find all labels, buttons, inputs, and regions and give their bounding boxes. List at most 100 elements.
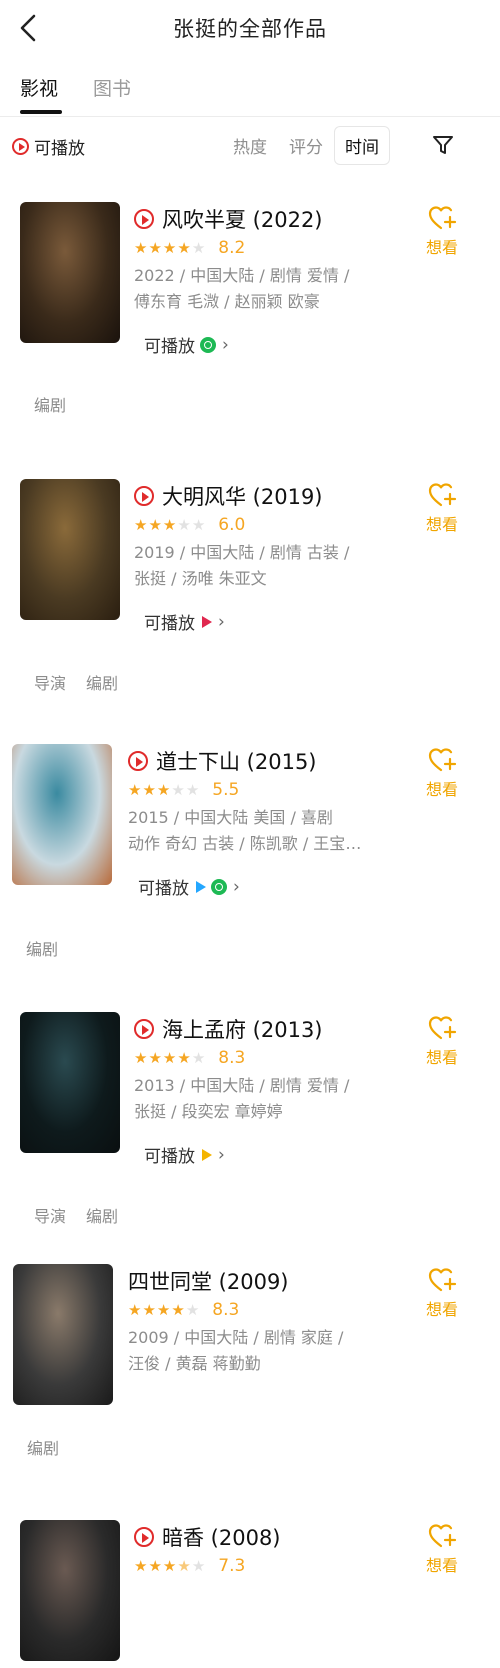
star-icon: ★ [171, 780, 186, 799]
want-to-watch-button[interactable]: 想看 [422, 481, 462, 535]
playable-filter-toggle[interactable]: 可播放 [12, 133, 85, 159]
want-to-watch-label: 想看 [425, 238, 458, 257]
chevron-right-icon: › [218, 1144, 225, 1165]
star-icon: ★ [177, 515, 192, 534]
chevron-right-icon: › [218, 611, 225, 632]
playable-sources-link[interactable]: 可播放 › [144, 332, 229, 358]
star-icon: ★ [134, 1048, 149, 1067]
movie-cast-line: 汪俊 / 黄磊 蒋勤勤 [128, 1354, 261, 1373]
sort-hot[interactable]: 热度 [233, 133, 267, 158]
rating-score: 8.3 [218, 1048, 246, 1068]
want-to-watch-label: 想看 [425, 1300, 458, 1319]
sort-rating[interactable]: 评分 [289, 133, 323, 158]
movie-title-text: 海上孟府 (2013) [162, 1018, 323, 1042]
movie-cast-line: 傅东育 毛溦 / 赵丽颖 欧豪 [134, 292, 320, 311]
want-to-watch-label: 想看 [425, 780, 458, 799]
active-tab-indicator [20, 110, 62, 114]
star-icon: ★ [177, 1048, 192, 1067]
playable-sources-link[interactable]: 可播放 › [138, 874, 240, 900]
rating-row: ★★★★★ 5.5 [128, 780, 239, 800]
tab-film-tv[interactable]: 影视 [20, 74, 58, 101]
heart-plus-icon [428, 748, 457, 772]
poster-image[interactable] [20, 202, 120, 343]
tencent-source-icon [196, 880, 206, 893]
playable-label: 可播放 [144, 1147, 195, 1167]
poster-image[interactable] [20, 479, 120, 620]
star-rating: ★★★★★ [134, 1048, 207, 1067]
poster-image[interactable] [13, 1264, 113, 1405]
list-item: 大明风华 (2019) ★★★★★ 6.0 2019 / 中国大陆 / 剧情 古装 /… [0, 477, 500, 634]
playable-sources-link[interactable]: 可播放 › [144, 1142, 225, 1168]
role-tags: 编剧 [27, 1435, 59, 1459]
chevron-right-icon: › [233, 876, 240, 897]
want-to-watch-label: 想看 [425, 1048, 458, 1067]
star-icon: ★ [148, 238, 163, 257]
movie-title[interactable]: 大明风华 (2019) [134, 481, 323, 511]
role-tag: 编剧 [86, 1207, 119, 1226]
star-icon: ★ [148, 515, 163, 534]
list-item: 道士下山 (2015) ★★★★★ 5.5 2015 / 中国大陆 美国 / 喜剧 动作… [0, 742, 500, 899]
want-to-watch-button[interactable]: 想看 [422, 1522, 462, 1576]
poster-image[interactable] [12, 744, 112, 885]
filter-bar: 可播放 热度 评分 时间 [0, 124, 500, 170]
header-bar: 张挺的全部作品 [0, 0, 500, 56]
star-icon: ★ [171, 1300, 186, 1319]
poster-image[interactable] [20, 1520, 120, 1661]
star-icon: ★ [191, 1048, 207, 1067]
movie-meta-line: 2015 / 中国大陆 美国 / 喜剧 [128, 808, 333, 827]
star-icon: ★ [162, 1556, 178, 1575]
poster-image[interactable] [20, 1012, 120, 1153]
filter-funnel-icon[interactable] [430, 132, 456, 158]
tab-books[interactable]: 图书 [93, 74, 131, 101]
play-circle-icon [134, 486, 154, 506]
role-tag: 导演 [34, 674, 67, 693]
star-icon: ★ [134, 1556, 149, 1575]
iqiyi-source-icon [211, 878, 227, 895]
star-icon: ★ [142, 1300, 157, 1319]
star-icon: ★ [134, 515, 149, 534]
movie-title[interactable]: 风吹半夏 (2022) [134, 204, 323, 234]
playable-label: 可播放 [144, 337, 195, 357]
movie-title-text: 风吹半夏 (2022) [162, 208, 323, 232]
movie-title[interactable]: 道士下山 (2015) [128, 746, 317, 776]
rating-score: 8.2 [218, 238, 246, 258]
star-icon: ★ [162, 515, 178, 534]
star-icon: ★ [134, 238, 149, 257]
list-item: 暗香 (2008) ★★★★★ 7.3 想看 [0, 1518, 500, 1668]
star-rating: ★★★★★ [134, 515, 206, 534]
rating-row: ★★★★★ 6.0 [134, 515, 245, 535]
want-to-watch-button[interactable]: 想看 [422, 204, 462, 258]
play-circle-icon [128, 751, 148, 771]
rating-score: 6.0 [218, 515, 246, 535]
rating-score: 7.3 [218, 1556, 246, 1576]
star-icon: ★ [156, 780, 172, 799]
movie-title[interactable]: 暗香 (2008) [134, 1522, 281, 1552]
heart-plus-icon [428, 206, 457, 230]
heart-plus-icon [428, 483, 457, 507]
rating-row: ★★★★★ 8.3 [134, 1048, 245, 1068]
star-icon: ★ [142, 780, 157, 799]
want-to-watch-button[interactable]: 想看 [422, 1014, 462, 1068]
want-to-watch-button[interactable]: 想看 [422, 746, 462, 800]
movie-title-text: 大明风华 (2019) [162, 485, 323, 509]
playable-sources-link[interactable]: 可播放 › [144, 609, 225, 635]
movie-title[interactable]: 海上孟府 (2013) [134, 1014, 323, 1044]
play-circle-icon [134, 1019, 154, 1039]
role-tag: 编剧 [27, 1439, 60, 1458]
heart-plus-icon [428, 1524, 457, 1548]
heart-plus-icon [428, 1016, 457, 1040]
want-to-watch-button[interactable]: 想看 [422, 1266, 462, 1320]
movie-title-text: 四世同堂 (2009) [128, 1270, 289, 1294]
youku-source-icon [202, 1148, 212, 1161]
movie-title[interactable]: 四世同堂 (2009) [128, 1266, 289, 1296]
star-rating: ★★★★★ [128, 780, 200, 799]
want-to-watch-label: 想看 [425, 515, 458, 534]
role-tags: 编剧 [34, 392, 66, 416]
rating-row: ★★★★★ 7.3 [134, 1556, 245, 1576]
sort-time[interactable]: 时间 [334, 126, 390, 165]
star-icon: ★ [177, 238, 192, 257]
star-rating: ★★★★★ [134, 238, 206, 257]
category-tabs: 影视 图书 [0, 68, 500, 117]
movie-cast-line: 张挺 / 段奕宏 章婷婷 [134, 1102, 283, 1121]
heart-plus-icon [428, 1268, 457, 1292]
